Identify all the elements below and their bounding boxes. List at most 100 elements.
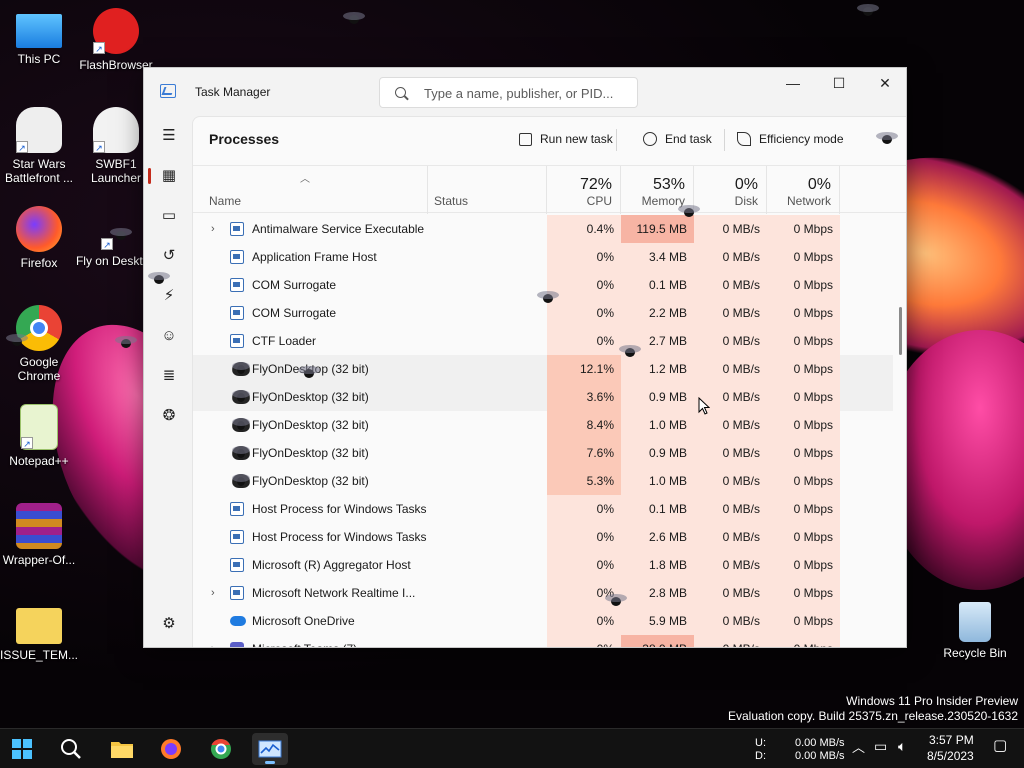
- process-row[interactable]: › Microsoft Network Realtime I... 0% 2.8 MB…: [193, 579, 893, 607]
- file-explorer-button[interactable]: [104, 733, 140, 765]
- clock-date[interactable]: 8/5/2023: [927, 750, 974, 763]
- network-icon[interactable]: ▭: [874, 739, 887, 753]
- process-row[interactable]: Microsoft OneDrive 0% 5.9 MB 0 MB/s 0 Mbps: [193, 607, 893, 635]
- process-name: Microsoft Teams (7): [252, 635, 357, 647]
- process-name: FlyOnDesktop (32 bit): [252, 446, 369, 460]
- net-download-label: D:: [755, 750, 766, 762]
- nav-services-icon[interactable]: ❂: [152, 398, 186, 432]
- process-net-value: 0 Mbps: [767, 299, 840, 327]
- process-row[interactable]: Host Process for Windows Tasks 0% 0.1 MB 0 …: [193, 495, 893, 523]
- process-row[interactable]: Microsoft (R) Aggregator Host 0% 1.8 MB 0 M…: [193, 551, 893, 579]
- process-row[interactable]: FlyOnDesktop (32 bit) 5.3% 1.0 MB 0 MB/s 0 M…: [193, 467, 893, 495]
- nav-processes-icon[interactable]: ▦: [148, 158, 186, 192]
- process-mem-value: 1.0 MB: [621, 411, 694, 439]
- fly-sprite: [857, 4, 879, 18]
- leaf-icon: [737, 132, 751, 146]
- process-row[interactable]: FlyOnDesktop (32 bit) 3.6% 0.9 MB 0 MB/s 0 M…: [193, 383, 893, 411]
- task-manager-window: Task Manager — ☐ ✕ ☰ ▦ ▭ ↺ ⚡ ☺ ≣ ❂ ⚙ Pro…: [143, 67, 907, 648]
- navigation-pane: ☰ ▦ ▭ ↺ ⚡ ☺ ≣ ❂ ⚙: [144, 116, 192, 647]
- desktop-icon-this-pc[interactable]: This PC: [0, 8, 81, 66]
- desktop-icon-notepadpp[interactable]: ↗ Notepad++: [0, 404, 81, 468]
- vertical-scrollbar[interactable]: [899, 307, 902, 355]
- recycle-bin-icon: [959, 602, 991, 642]
- hamburger-menu-icon[interactable]: ☰: [152, 118, 186, 152]
- process-fly-icon: [232, 418, 250, 432]
- process-disk-value: 0 MB/s: [694, 607, 767, 635]
- desktop-icon-label: Notepad++: [9, 454, 69, 468]
- nav-details-icon[interactable]: ≣: [152, 358, 186, 392]
- column-header-cpu[interactable]: 72% CPU: [547, 166, 621, 214]
- expand-chevron-icon[interactable]: ›: [211, 579, 221, 607]
- process-mem-value: 3.4 MB: [621, 243, 694, 271]
- process-box-icon: [230, 222, 244, 236]
- process-cloud-icon: [230, 616, 246, 626]
- nav-users-icon[interactable]: ☺: [152, 318, 186, 352]
- process-mem-value: 1.8 MB: [621, 551, 694, 579]
- process-disk-value: 0 MB/s: [694, 215, 767, 243]
- toolbar-divider: [724, 129, 725, 151]
- process-row[interactable]: Host Process for Windows Tasks 0% 2.6 MB 0 …: [193, 523, 893, 551]
- fly-sprite: [298, 366, 320, 380]
- run-new-task-button[interactable]: Run new task: [519, 129, 613, 149]
- process-box-icon: [230, 586, 244, 600]
- expand-chevron-icon[interactable]: ›: [211, 635, 221, 647]
- process-disk-value: 0 MB/s: [694, 327, 767, 355]
- process-box-icon: [230, 306, 244, 320]
- clock-time[interactable]: 3:57 PM: [929, 734, 974, 747]
- efficiency-mode-button[interactable]: Efficiency mode: [737, 129, 844, 149]
- notification-icon[interactable]: ▢: [993, 738, 1007, 753]
- memory-total: 53%: [652, 176, 685, 193]
- minimize-button[interactable]: —: [770, 68, 816, 98]
- desktop-icon-flashbrowser[interactable]: ↗ FlashBrowser: [74, 8, 158, 72]
- process-name: COM Surrogate: [252, 306, 337, 320]
- process-disk-value: 0 MB/s: [694, 243, 767, 271]
- end-task-button[interactable]: End task: [643, 129, 712, 149]
- chrome-taskbar-button[interactable]: [203, 733, 239, 765]
- settings-gear-icon[interactable]: ⚙: [152, 606, 186, 640]
- windows-logo-icon: [12, 739, 32, 759]
- nav-performance-icon[interactable]: ▭: [152, 198, 186, 232]
- desktop-icon-wrapper-of[interactable]: Wrapper-Of...: [0, 503, 81, 567]
- process-row[interactable]: › Microsoft Teams (7) 0%38.9 MB0 MB/s0 Mbp…: [193, 635, 893, 647]
- flash-icon: ↗: [93, 8, 139, 54]
- process-cpu-value: 12.1%: [547, 355, 621, 383]
- volume-icon[interactable]: 🔈︎: [898, 739, 906, 753]
- search-box[interactable]: [379, 77, 638, 108]
- column-header-status[interactable]: Status: [428, 166, 547, 214]
- process-disk-value: 0 MB/s: [694, 523, 767, 551]
- process-row[interactable]: FlyOnDesktop (32 bit) 8.4% 1.0 MB 0 MB/s 0 M…: [193, 411, 893, 439]
- expand-chevron-icon[interactable]: ›: [211, 215, 221, 243]
- search-taskbar-button[interactable]: [53, 733, 89, 765]
- fly-sprite: [678, 205, 700, 219]
- maximize-button[interactable]: ☐: [816, 68, 862, 98]
- task-manager-taskbar-button[interactable]: [252, 733, 288, 765]
- process-name: Microsoft OneDrive: [252, 614, 355, 628]
- process-row[interactable]: FlyOnDesktop (32 bit) 7.6% 0.9 MB 0 MB/s 0 M…: [193, 439, 893, 467]
- nav-app-history-icon[interactable]: ↺: [152, 238, 186, 272]
- column-header-network[interactable]: 0% Network: [767, 166, 840, 214]
- firefox-taskbar-button[interactable]: [153, 733, 189, 765]
- title-bar[interactable]: Task Manager — ☐ ✕: [144, 68, 906, 116]
- start-button[interactable]: [4, 733, 40, 765]
- desktop-icon-firefox[interactable]: Firefox: [0, 206, 81, 270]
- process-mem-value: 2.6 MB: [621, 523, 694, 551]
- desktop-icon-star-wars-battlefront[interactable]: ↗ Star Wars Battlefront ...: [0, 107, 81, 185]
- column-header-name[interactable]: ︿ Name: [193, 166, 428, 214]
- desktop-icon-recycle-bin[interactable]: Recycle Bin: [933, 602, 1017, 660]
- process-row[interactable]: CTF Loader 0% 2.7 MB 0 MB/s 0 Mbps: [193, 327, 893, 355]
- desktop-icon-label: Recycle Bin: [943, 646, 1007, 660]
- process-cpu-value: 0%: [547, 607, 621, 635]
- desktop-icon-issue-tem[interactable]: ISSUE_TEM...: [0, 602, 81, 662]
- chevron-up-icon[interactable]: ︿: [852, 741, 865, 754]
- process-row[interactable]: › Antimalware Service Executable 0.4% 119.5…: [193, 215, 893, 243]
- net-upload-label: U:: [755, 737, 766, 749]
- process-cpu-value: 0%: [547, 551, 621, 579]
- search-input[interactable]: [424, 84, 629, 102]
- process-cpu-value: 0%: [547, 495, 621, 523]
- process-name: Host Process for Windows Tasks: [252, 530, 427, 544]
- process-row[interactable]: Application Frame Host 0% 3.4 MB 0 MB/s 0 Mb…: [193, 243, 893, 271]
- task-manager-icon: [258, 740, 282, 758]
- column-header-disk[interactable]: 0% Disk: [694, 166, 767, 214]
- disk-total: 0%: [734, 176, 758, 193]
- close-button[interactable]: ✕: [862, 68, 906, 98]
